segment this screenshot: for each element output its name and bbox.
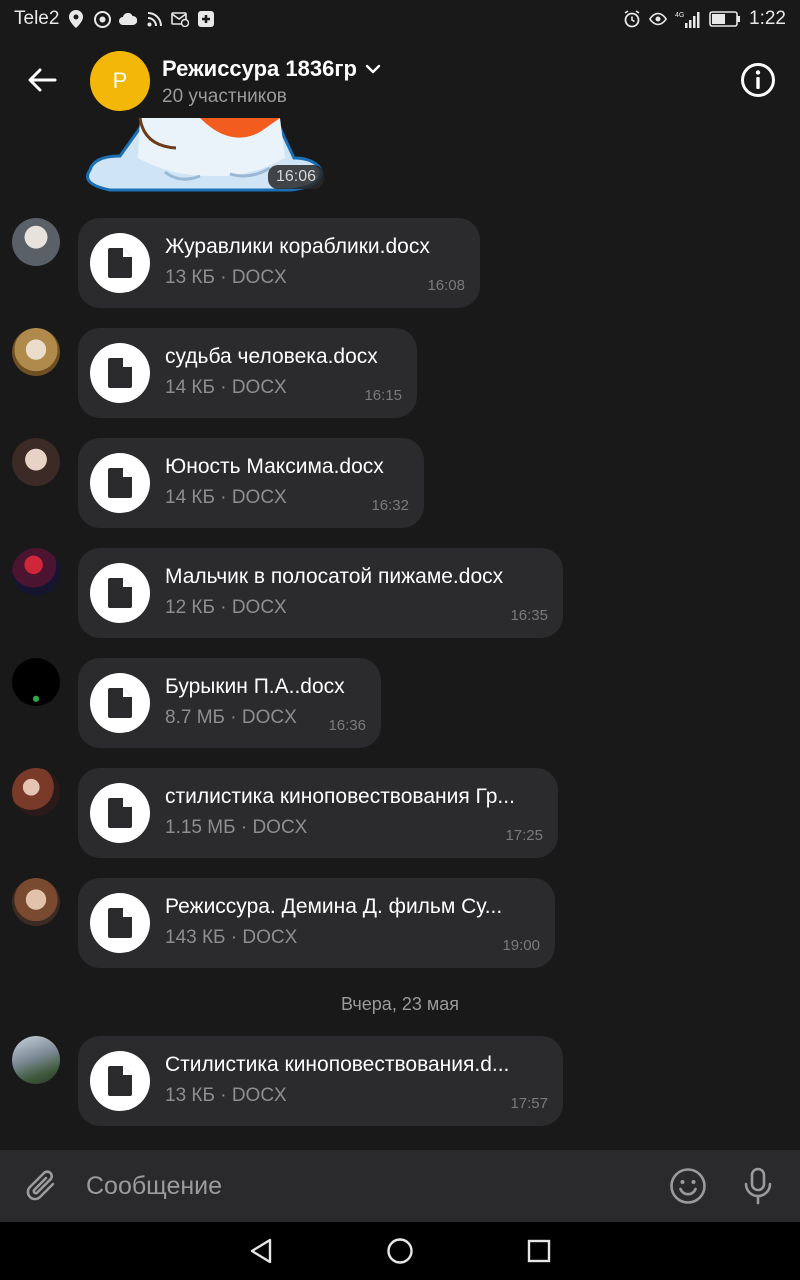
sticker-time: 16:06 [268, 165, 325, 189]
message-row: Юность Максима.docx 14 КБ · DOCX 16:32 [0, 438, 800, 530]
avatar[interactable] [12, 218, 60, 266]
file-bubble[interactable]: судьба человека.docx 14 КБ · DOCX 16:15 [78, 328, 417, 418]
file-meta: 14 КБ · DOCX [165, 377, 287, 398]
message-time: 16:35 [510, 607, 548, 624]
avatar[interactable] [12, 548, 60, 596]
file-name: судьба человека.docx [165, 345, 378, 368]
status-bar: Tele2 4G 1:22 [0, 0, 800, 38]
avatar[interactable] [12, 658, 60, 706]
file-meta: 143 КБ · DOCX [165, 927, 298, 948]
message-row: Стилистика киноповествования.d... 13 КБ … [0, 1036, 800, 1128]
avatar[interactable] [12, 768, 60, 816]
message-time: 19:00 [502, 937, 540, 954]
smiley-icon [670, 1168, 706, 1204]
status-right: 4G 1:22 [623, 8, 786, 30]
file-icon[interactable] [90, 343, 150, 403]
message-row: Режиссура. Демина Д. фильм Су... 143 КБ … [0, 878, 800, 970]
message-time: 17:25 [505, 827, 543, 844]
file-icon[interactable] [90, 783, 150, 843]
circle-home-icon [387, 1238, 413, 1264]
chevron-down-icon [365, 64, 381, 74]
avatar[interactable] [12, 438, 60, 486]
voice-button[interactable] [738, 1166, 778, 1206]
clock-label: 1:22 [749, 8, 786, 29]
alarm-icon [623, 10, 641, 28]
file-icon[interactable] [90, 453, 150, 513]
emoji-button[interactable] [668, 1166, 708, 1206]
carrier-label: Tele2 [14, 8, 60, 29]
triangle-back-icon [250, 1238, 272, 1264]
message-input[interactable] [86, 1166, 646, 1206]
file-name: Мальчик в полосатой пижаме.docx [165, 565, 504, 588]
file-name: Бурыкин П.А..docx [165, 675, 345, 698]
file-bubble[interactable]: стилистика киноповествования Гр... 1.15 … [78, 768, 558, 858]
location-icon [67, 10, 85, 28]
message-time: 16:08 [427, 277, 465, 294]
system-navigation-bar [0, 1222, 800, 1280]
file-bubble[interactable]: Бурыкин П.А..docx 8.7 МБ · DOCX 16:36 [78, 658, 381, 748]
message-row: стилистика киноповествования Гр... 1.15 … [0, 768, 800, 860]
battery-icon [709, 10, 741, 28]
file-name: Юность Максима.docx [165, 455, 384, 478]
file-bubble[interactable]: Стилистика киноповествования.d... 13 КБ … [78, 1036, 563, 1126]
file-name: стилистика киноповествования Гр... [165, 785, 515, 808]
cloud-icon [119, 10, 138, 28]
network-label: 4G [675, 12, 684, 19]
file-icon[interactable] [90, 233, 150, 293]
info-button[interactable] [738, 60, 778, 100]
message-row: Бурыкин П.А..docx 8.7 МБ · DOCX 16:36 [0, 658, 800, 750]
message-row: Журавлики кораблики.docx 13 КБ · DOCX 16… [0, 218, 800, 310]
group-avatar[interactable]: P [90, 51, 150, 111]
message-time: 16:15 [364, 387, 402, 404]
mail-blocked-icon [171, 10, 190, 28]
file-icon[interactable] [90, 1051, 150, 1111]
file-bubble[interactable]: Мальчик в полосатой пижаме.docx 12 КБ · … [78, 548, 563, 638]
message-time: 17:57 [510, 1095, 548, 1112]
nav-recents-button[interactable] [524, 1236, 554, 1266]
message-time: 16:32 [371, 497, 409, 514]
avatar[interactable] [12, 878, 60, 926]
file-meta: 8.7 МБ · DOCX [165, 707, 297, 728]
group-title: Режиссура 1836гр [162, 56, 357, 81]
file-meta: 12 КБ · DOCX [165, 597, 287, 618]
file-bubble[interactable]: Режиссура. Демина Д. фильм Су... 143 КБ … [78, 878, 555, 968]
file-name: Журавлики кораблики.docx [165, 235, 430, 258]
avatar[interactable] [12, 328, 60, 376]
paperclip-icon [26, 1170, 55, 1201]
info-icon [741, 63, 775, 97]
status-left: Tele2 [14, 8, 215, 30]
nav-back-button[interactable] [246, 1236, 276, 1266]
file-meta: 13 КБ · DOCX [165, 1085, 287, 1106]
square-recents-icon [527, 1239, 551, 1263]
file-bubble[interactable]: Журавлики кораблики.docx 13 КБ · DOCX 16… [78, 218, 480, 308]
file-bubble[interactable]: Юность Максима.docx 14 КБ · DOCX 16:32 [78, 438, 424, 528]
file-meta: 14 КБ · DOCX [165, 487, 287, 508]
file-meta: 13 КБ · DOCX [165, 267, 287, 288]
rss-icon [145, 10, 163, 28]
message-time: 16:36 [328, 717, 366, 734]
file-icon[interactable] [90, 893, 150, 953]
file-icon[interactable] [90, 563, 150, 623]
eye-icon [649, 10, 668, 28]
message-row: Мальчик в полосатой пижаме.docx 12 КБ · … [0, 548, 800, 640]
avatar[interactable] [12, 1036, 60, 1084]
chrome-icon [93, 10, 111, 28]
signal-icon: 4G [675, 10, 701, 28]
participants-count: 20 участников [162, 86, 287, 107]
message-row: судьба человека.docx 14 КБ · DOCX 16:15 [0, 328, 800, 420]
file-name: Режиссура. Демина Д. фильм Су... [165, 895, 503, 918]
message-composer [0, 1150, 800, 1222]
group-title-row[interactable]: Режиссура 1836гр [162, 56, 381, 82]
back-button[interactable] [22, 60, 62, 100]
chat-header: P Режиссура 1836гр 20 участников [0, 38, 800, 122]
date-separator: Вчера, 23 мая [341, 994, 459, 1014]
file-name: Стилистика киноповествования.d... [165, 1053, 510, 1076]
nav-home-button[interactable] [385, 1236, 415, 1266]
microphone-icon [744, 1167, 772, 1205]
attach-button[interactable] [22, 1166, 62, 1206]
arrow-left-icon [28, 68, 57, 92]
file-icon[interactable] [90, 673, 150, 733]
medical-icon [197, 10, 215, 28]
file-meta: 1.15 МБ · DOCX [165, 817, 308, 838]
